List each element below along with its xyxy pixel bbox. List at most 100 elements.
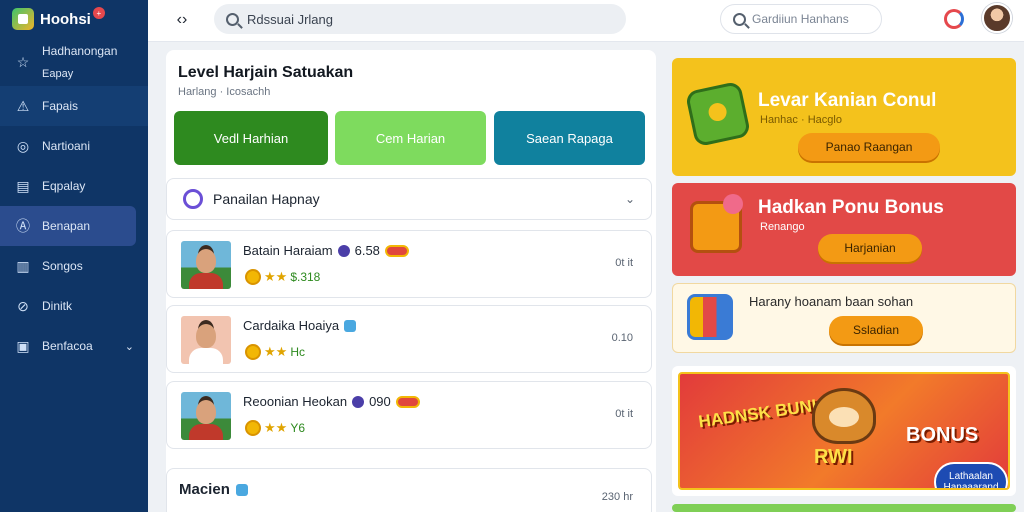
list-item[interactable]: Batain Haraiam 6.58 ★★ $.318 0t it <box>166 230 652 298</box>
promo-title: Harany hoanam baan sohan <box>749 294 914 309</box>
page-title: Level Harjain Satuakan <box>178 64 354 81</box>
chevron-down-icon: ⌄ <box>624 192 635 206</box>
sidebar-item-label: Hadhanongan <box>42 44 118 58</box>
verified-icon <box>235 483 248 496</box>
list-item-title: Reoonian Heokan 090 <box>243 394 420 409</box>
sidebar-item-label: Benfacoa <box>42 339 93 353</box>
badge-icon <box>352 395 365 408</box>
badge-icon <box>337 244 350 257</box>
sidebar-item-songos[interactable]: ▥ Songos <box>0 246 148 286</box>
chart-icon: ▥ <box>16 257 30 274</box>
star-icon: ☆ <box>16 53 30 70</box>
avatar <box>181 241 231 289</box>
floating-action-badge[interactable]: Lathaalan Hanaaarand <box>934 462 1008 488</box>
sidebar-item-benfacoa[interactable]: ▣ Benfacoa ⌄ <box>0 326 148 366</box>
promo-subtitle: Renango <box>760 221 805 233</box>
user-avatar[interactable] <box>982 3 1012 33</box>
list-item-score: 6.58 <box>354 243 380 258</box>
search-input[interactable]: Rdssuai Jrlang <box>214 4 626 34</box>
sidebar-item-hadhanongan[interactable]: ☆ Hadhanongan Eapay <box>0 38 148 86</box>
promo-title: Levar Kanian Conul <box>758 90 937 111</box>
banner-text: BONUS <box>906 424 979 446</box>
list-item[interactable]: Macien 230 hr <box>166 468 652 512</box>
category-dropdown[interactable]: Panailan Hapnay ⌄ <box>166 178 652 220</box>
brand[interactable]: Hoohsi + <box>0 0 148 38</box>
reward-badge-icon <box>384 244 409 257</box>
promo-card-peek <box>672 504 1016 512</box>
list-item-title: Batain Haraiam 6.58 <box>243 243 409 258</box>
promo-card-levar[interactable]: Levar Kanian Conul Hanhac · Hacglo Panao… <box>672 58 1016 176</box>
page-subtitle: Harlang · Icosachh <box>178 86 271 98</box>
sidebar-item-benapan[interactable]: Ⓐ Benapan <box>0 206 136 246</box>
main-panel: Level Harjain Satuakan Harlang · Icosach… <box>166 50 656 512</box>
document-icon: ▤ <box>16 177 30 194</box>
globe-icon: ◎ <box>16 137 30 154</box>
tab-vedl-harhian[interactable]: Vedl Harhian <box>174 111 328 165</box>
coin-icon <box>245 344 261 360</box>
sidebar-item-label: Eqpalay <box>42 179 86 193</box>
app-name: Hoohsi <box>40 10 91 28</box>
sidebar-item-label: Benapan <box>42 219 91 233</box>
star-rating: ★★ <box>264 269 288 284</box>
link-icon: ⊘ <box>17 297 29 314</box>
promo-title: Hadkan Ponu Bonus <box>758 197 944 218</box>
bonus-banner-art: HADNSK BUNKSS RWI BONUS Lathaalan Hanaaa… <box>678 372 1010 490</box>
rating: ★★ $.318 <box>245 269 320 285</box>
list-item-meta: 0t it <box>615 408 633 420</box>
sidebar-item-label: Nartioani <box>42 139 91 153</box>
secondary-search-placeholder: Gardiiun Hanhans <box>752 12 849 26</box>
bonus-banner[interactable]: HADNSK BUNKSS RWI BONUS Lathaalan Hanaaa… <box>672 366 1016 496</box>
tab-saean-rapaga[interactable]: Saean Rapaga <box>494 111 645 165</box>
list-item-meta: 230 hr <box>601 491 633 503</box>
banner-text: RWI <box>814 446 853 468</box>
sidebar-item-eqpalay[interactable]: ▤ Eqpalay <box>0 166 148 206</box>
user-circle-icon: Ⓐ <box>16 218 30 234</box>
coin-icon <box>245 269 261 285</box>
back-arrow-icon[interactable]: ‹› <box>170 8 194 32</box>
sidebar-item-nartioani[interactable]: ◎ Nartioani <box>0 126 148 166</box>
chevron-down-icon[interactable]: ⌄ <box>125 340 134 353</box>
promo-card-bonus[interactable]: Hadkan Ponu Bonus Renango Harjanian <box>672 183 1016 276</box>
avatar <box>181 316 231 364</box>
star-rating: ★★ <box>264 420 288 435</box>
notification-icon[interactable] <box>944 9 964 29</box>
rating: ★★ Hc <box>245 344 305 360</box>
sidebar-item-dinitk[interactable]: ⊘ Dinitk <box>0 286 148 326</box>
box-icon: ▣ <box>16 337 30 354</box>
app-badge: + <box>92 7 105 19</box>
promo-button[interactable]: Panao Raangan <box>798 133 940 161</box>
puzzle-grid-icon <box>687 294 733 340</box>
verified-icon <box>344 319 357 332</box>
list-item[interactable]: Reoonian Heokan 090 ★★ Y6 0t it <box>166 381 652 449</box>
secondary-search-input[interactable]: Gardiiun Hanhans <box>720 4 882 34</box>
sidebar: Hoohsi + ☆ Hadhanongan Eapay ⚠ Fapais ◎ … <box>0 0 148 512</box>
app-logo-icon <box>12 8 34 30</box>
sidebar-item-label: Dinitk <box>42 299 73 313</box>
dropdown-label: Panailan Hapnay <box>213 191 320 207</box>
search-icon <box>733 12 746 26</box>
list-item-title: Cardaika Hoaiya <box>243 318 357 333</box>
promo-card-harany[interactable]: Harany hoanam baan sohan Ssladian <box>672 283 1016 353</box>
list-item-score: 090 <box>369 394 391 409</box>
list-item-value: Y6 <box>290 421 305 435</box>
star-rating: ★★ <box>264 344 288 359</box>
search-icon <box>226 12 239 26</box>
list-item-name: Reoonian Heokan <box>243 394 348 409</box>
promo-subtitle: Hanhac · Hacglo <box>760 114 842 126</box>
alert-icon: ⚠ <box>16 97 30 114</box>
list-item-name: Macien <box>179 481 230 498</box>
list-item-meta: 0.10 <box>611 332 633 344</box>
promo-button[interactable]: Ssladian <box>829 316 923 344</box>
avatar <box>181 392 231 440</box>
promo-button[interactable]: Harjanian <box>818 234 922 262</box>
treasure-chest-icon <box>690 194 743 253</box>
list-item-value: $.318 <box>290 270 321 284</box>
circle-icon <box>183 189 203 209</box>
sidebar-item-label: Songos <box>42 259 83 273</box>
list-item-name: Cardaika Hoaiya <box>243 318 340 333</box>
tab-cem-harian[interactable]: Cem Harian <box>335 111 486 165</box>
list-item[interactable]: Cardaika Hoaiya ★★ Hc 0.10 <box>166 305 652 373</box>
sidebar-item-fapais[interactable]: ⚠ Fapais <box>0 86 148 126</box>
rating: ★★ Y6 <box>245 420 305 436</box>
list-item-name: Batain Haraiam <box>243 243 333 258</box>
